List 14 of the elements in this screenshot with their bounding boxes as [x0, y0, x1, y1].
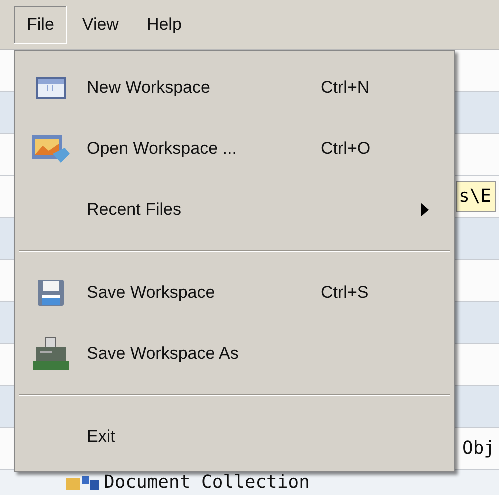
menu-title[interactable]: Help [134, 6, 195, 44]
tree-item-label: Obj [462, 438, 495, 459]
menu-item[interactable]: Exit [15, 406, 454, 467]
menu-item[interactable]: Open Workspace ... Ctrl+O [15, 118, 454, 179]
tree-item-label[interactable]: Document Collection [104, 472, 310, 494]
printer-icon [32, 336, 70, 370]
window-icon [36, 76, 66, 98]
menu-item[interactable]: Recent Files [15, 179, 454, 240]
menu-item[interactable]: Save Workspace Ctrl+S [15, 262, 454, 323]
menu-item[interactable]: New Workspace Ctrl+N [15, 57, 454, 118]
menu-item[interactable]: Save Workspace As [15, 323, 454, 384]
path-field[interactable]: s\E [456, 181, 496, 212]
menu-title[interactable]: View [69, 6, 132, 44]
menu-title[interactable]: File [14, 6, 68, 44]
